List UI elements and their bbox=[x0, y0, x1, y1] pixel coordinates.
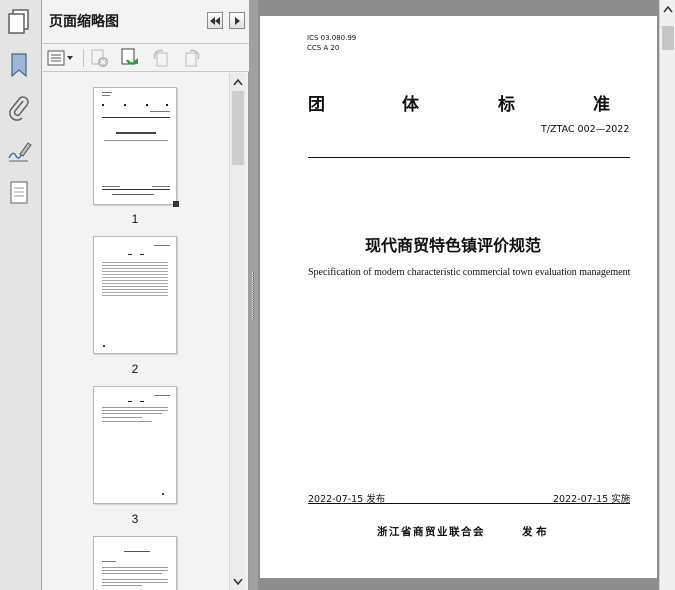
layers-icon[interactable] bbox=[6, 180, 32, 206]
pages-panel-button[interactable] bbox=[0, 0, 42, 44]
publish-word: 发 布 bbox=[522, 526, 547, 538]
expand-panel-button[interactable] bbox=[229, 12, 245, 29]
page-thumbnail-2[interactable] bbox=[93, 236, 177, 354]
toolbar-separator bbox=[83, 49, 84, 67]
collapse-panel-button[interactable] bbox=[207, 12, 223, 29]
thumbnail-resize-handle[interactable] bbox=[173, 201, 179, 207]
splitter-grip[interactable] bbox=[252, 272, 254, 320]
thumbnail-toolbar bbox=[43, 44, 249, 72]
panel-header: 页面缩略图 bbox=[43, 0, 249, 44]
pages-icon bbox=[6, 9, 32, 35]
publisher-name: 浙江省商贸业联合会 bbox=[377, 526, 485, 538]
category-char-2: 体 bbox=[402, 95, 419, 115]
panel-splitter[interactable] bbox=[249, 0, 258, 590]
delete-page-button[interactable] bbox=[88, 48, 110, 68]
thumbnail-scroll-thumb[interactable] bbox=[232, 91, 244, 165]
rotate-right-button[interactable] bbox=[181, 48, 203, 68]
page-thumbnail-1[interactable] bbox=[93, 87, 177, 205]
standard-number: T/ZTAC 002—2022 bbox=[541, 124, 630, 135]
paperclip-icon[interactable] bbox=[6, 95, 32, 121]
document-scrollbar[interactable] bbox=[659, 0, 675, 590]
delete-page-icon bbox=[91, 49, 108, 67]
options-menu-icon bbox=[47, 50, 73, 66]
document-title-en: Specification of modern characteristic c… bbox=[308, 267, 631, 278]
page-thumbnails-panel: 页面缩略图 1 2 3 bbox=[43, 0, 249, 590]
collapse-panel-icon bbox=[210, 16, 220, 25]
document-scroll-thumb[interactable] bbox=[662, 26, 674, 50]
ccs-code: CCS A 20 bbox=[307, 44, 340, 52]
category-char-1: 团 bbox=[308, 95, 325, 115]
options-menu-button[interactable] bbox=[47, 48, 75, 68]
doc-scroll-up-icon[interactable] bbox=[663, 4, 673, 14]
scroll-up-icon[interactable] bbox=[233, 77, 243, 87]
page-label-2: 2 bbox=[131, 362, 139, 376]
document-title-cn: 现代商贸特色镇评价规范 bbox=[365, 236, 542, 255]
signature-icon[interactable] bbox=[6, 138, 32, 164]
rotate-right-icon bbox=[185, 49, 200, 67]
footer-rule bbox=[308, 503, 630, 504]
rotate-left-icon bbox=[153, 49, 168, 67]
bookmark-icon[interactable] bbox=[6, 52, 32, 78]
page-label-3: 3 bbox=[131, 512, 139, 526]
insert-page-icon bbox=[121, 48, 138, 65]
document-viewer: ICS 03.080.99 CCS A 20 团 体 标 准 T/ZTAC 00… bbox=[258, 0, 659, 590]
thumbnail-list: 1 2 3 bbox=[43, 73, 229, 590]
rotate-left-button[interactable] bbox=[150, 48, 172, 68]
document-page: ICS 03.080.99 CCS A 20 团 体 标 准 T/ZTAC 00… bbox=[260, 16, 657, 578]
category-char-4: 准 bbox=[593, 95, 610, 115]
thumbnail-scrollbar[interactable] bbox=[229, 73, 246, 590]
insert-page-button[interactable] bbox=[119, 48, 141, 68]
ics-code: ICS 03.080.99 bbox=[307, 34, 357, 42]
panel-title: 页面缩略图 bbox=[49, 14, 119, 30]
header-rule bbox=[308, 157, 630, 158]
page-label-1: 1 bbox=[131, 212, 139, 226]
expand-panel-icon bbox=[235, 16, 240, 25]
scroll-down-icon[interactable] bbox=[233, 576, 243, 586]
navigation-strip bbox=[0, 0, 42, 590]
page-thumbnail-3[interactable] bbox=[93, 386, 177, 504]
category-char-3: 标 bbox=[498, 95, 515, 115]
page-thumbnail-4[interactable] bbox=[93, 536, 177, 590]
